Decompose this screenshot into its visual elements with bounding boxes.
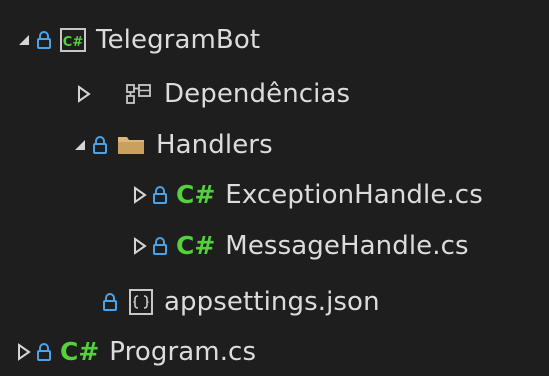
tree-item-exceptionhandle[interactable]: C# ExceptionHandle.cs <box>130 171 483 219</box>
dependencies-icon <box>124 82 154 106</box>
lock-icon <box>150 183 170 207</box>
tree-item-label: Dependências <box>164 79 351 109</box>
csharp-project-glyph: C# <box>63 35 84 50</box>
tree-item-program[interactable]: C# Program.cs <box>14 328 256 376</box>
solution-explorer-tree: C# TelegramBot Dependências Handlers C# … <box>0 0 549 376</box>
tree-item-handlers[interactable]: Handlers <box>70 121 273 169</box>
csharp-file-icon: C# <box>176 180 216 209</box>
tree-item-label: ExceptionHandle.cs <box>225 180 483 210</box>
csharp-file-icon: C# <box>176 231 216 260</box>
lock-icon <box>100 290 120 314</box>
tree-item-label: Program.cs <box>109 337 257 367</box>
lock-icon <box>34 340 54 364</box>
tree-item-messagehandle[interactable]: C# MessageHandle.cs <box>130 222 469 270</box>
tree-item-label: TelegramBot <box>96 25 261 55</box>
expanded-arrow-icon[interactable] <box>14 30 34 50</box>
csharp-project-icon: C# <box>60 28 86 52</box>
collapsed-arrow-icon[interactable] <box>130 236 150 256</box>
tree-item-appsettings[interactable]: appsettings.json <box>100 278 380 326</box>
lock-icon <box>150 234 170 258</box>
collapsed-arrow-icon[interactable] <box>14 342 34 362</box>
folder-icon <box>116 133 146 157</box>
lock-icon <box>34 28 54 52</box>
tree-item-dependencies[interactable]: Dependências <box>74 70 350 118</box>
tree-item-label: Handlers <box>156 130 273 160</box>
csharp-file-icon: C# <box>60 337 100 366</box>
lock-icon <box>90 133 110 157</box>
tree-item-telegrambot[interactable]: C# TelegramBot <box>14 16 260 64</box>
tree-item-label: MessageHandle.cs <box>225 231 469 261</box>
json-file-icon <box>128 288 154 316</box>
collapsed-arrow-icon[interactable] <box>130 185 150 205</box>
expanded-arrow-icon[interactable] <box>70 135 90 155</box>
tree-item-label: appsettings.json <box>164 287 380 317</box>
collapsed-arrow-icon[interactable] <box>74 84 94 104</box>
